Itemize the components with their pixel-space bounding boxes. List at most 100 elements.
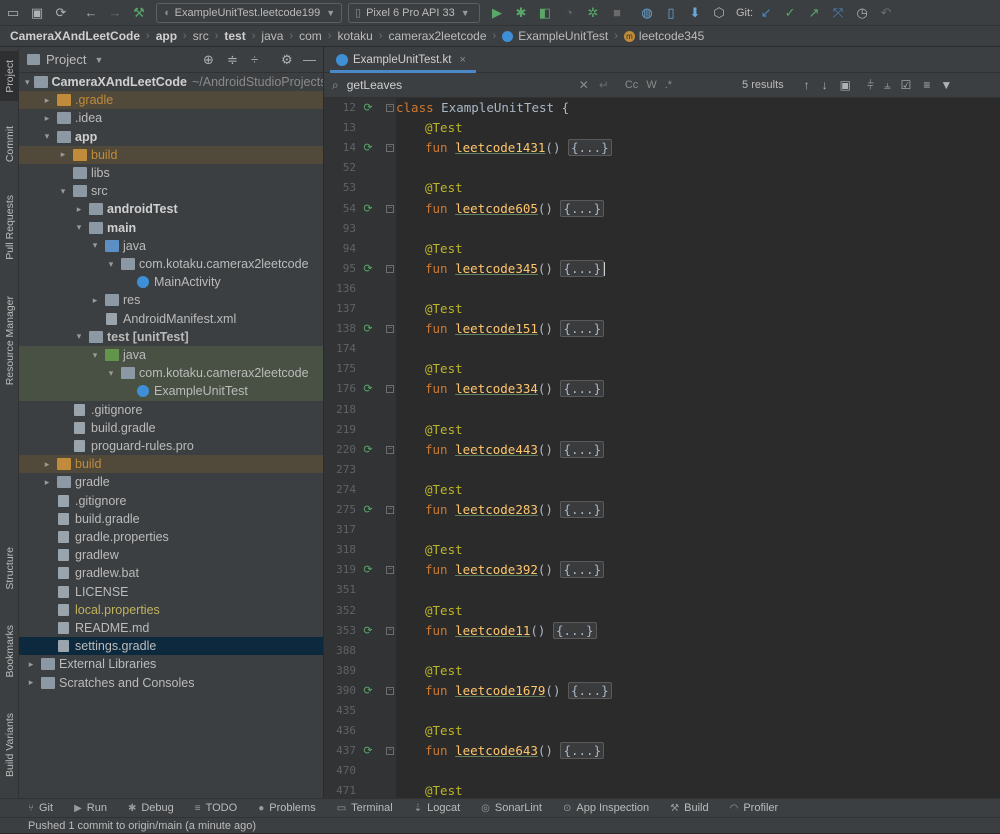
folded-block[interactable]: {...} bbox=[568, 681, 612, 699]
tree-item[interactable]: ▸ res bbox=[19, 291, 323, 309]
tab-pull-requests[interactable]: Pull Requests bbox=[0, 185, 19, 269]
tree-item[interactable]: ▾ com.kotaku.camerax2leetcode bbox=[19, 364, 323, 383]
fold-icon[interactable]: − bbox=[386, 506, 394, 514]
breadcrumb-item[interactable]: camerax2leetcode bbox=[388, 29, 486, 43]
tool-tab-git[interactable]: ⑂ Git bbox=[28, 802, 53, 814]
function-name[interactable]: leetcode392 bbox=[455, 562, 538, 577]
breadcrumb-item[interactable]: app bbox=[156, 29, 177, 43]
run-test-icon[interactable]: ⟳ bbox=[362, 685, 374, 697]
chevron-down-icon[interactable]: ▼ bbox=[94, 55, 103, 65]
tree-item[interactable]: ▸ build bbox=[19, 145, 323, 164]
breadcrumb-item[interactable]: kotaku bbox=[337, 29, 372, 43]
chevron-right-icon[interactable]: ▸ bbox=[25, 659, 37, 670]
tree-item[interactable]: gradle.properties bbox=[19, 528, 323, 546]
folded-block[interactable]: {...} bbox=[560, 199, 605, 217]
git-push-icon[interactable]: ↗ bbox=[803, 2, 825, 24]
run-test-icon[interactable]: ⟳ bbox=[362, 444, 374, 456]
function-name[interactable]: leetcode1431 bbox=[455, 140, 545, 155]
device-manager-icon[interactable]: ▯ bbox=[660, 2, 682, 24]
expand-all-icon[interactable]: ≑ bbox=[227, 52, 238, 68]
fold-icon[interactable]: − bbox=[386, 385, 394, 394]
tree-item[interactable]: .gitignore bbox=[19, 401, 323, 419]
chevron-down-icon[interactable]: ▾ bbox=[105, 259, 117, 270]
fold-icon[interactable]: − bbox=[386, 325, 394, 334]
debug-icon[interactable]: ✱ bbox=[510, 2, 532, 24]
run-icon[interactable]: ▶ bbox=[486, 2, 508, 24]
tree-item[interactable]: settings.gradle bbox=[19, 637, 323, 656]
hide-icon[interactable]: — bbox=[303, 52, 316, 67]
fold-icon[interactable]: − bbox=[386, 445, 394, 454]
tab-bookmarks[interactable]: Bookmarks bbox=[0, 613, 19, 689]
tool-tab-run[interactable]: ▶ Run bbox=[74, 802, 107, 814]
breadcrumb-item[interactable]: test bbox=[224, 29, 245, 43]
tree-item[interactable]: .gitignore bbox=[19, 492, 323, 510]
tree-item[interactable]: ▾ main bbox=[19, 219, 323, 237]
chevron-down-icon[interactable]: ▾ bbox=[73, 222, 85, 233]
breadcrumb-item[interactable]: ExampleUnitTest bbox=[518, 29, 608, 43]
tree-item[interactable]: ▸ External Libraries bbox=[19, 655, 323, 673]
tree-item[interactable]: proguard-rules.pro bbox=[19, 437, 323, 455]
fold-icon[interactable]: − bbox=[386, 686, 394, 695]
collapse-all-icon[interactable]: ÷ bbox=[251, 52, 258, 67]
function-name[interactable]: leetcode605 bbox=[455, 201, 538, 216]
tree-item[interactable]: local.properties bbox=[19, 601, 323, 619]
close-icon[interactable]: × bbox=[459, 54, 465, 66]
run-test-icon[interactable]: ⟳ bbox=[362, 625, 374, 637]
folded-block[interactable]: {...} bbox=[560, 742, 605, 760]
project-view-select[interactable]: Project bbox=[46, 52, 86, 67]
breadcrumb-item[interactable]: java bbox=[261, 29, 283, 43]
tree-item[interactable]: gradlew.bat bbox=[19, 564, 323, 582]
fold-icon[interactable]: − bbox=[386, 104, 394, 112]
previous-occurrence-icon[interactable]: ↑ bbox=[804, 78, 810, 92]
chevron-down-icon[interactable]: ▾ bbox=[25, 77, 30, 88]
next-occurrence-icon[interactable]: ↓ bbox=[822, 78, 828, 92]
tree-item[interactable]: ▾ test [unitTest] bbox=[19, 328, 323, 346]
tab-structure[interactable]: Structure bbox=[0, 533, 19, 603]
device-select[interactable]: ▯ Pixel 6 Pro API 33 ▼ bbox=[348, 2, 480, 23]
search-input[interactable]: getLeaves bbox=[347, 78, 567, 92]
function-name[interactable]: leetcode11 bbox=[455, 623, 530, 638]
words-toggle[interactable]: W bbox=[646, 79, 656, 91]
tree-item[interactable]: ▸ gradle bbox=[19, 473, 323, 491]
tree-item[interactable]: ▾ src bbox=[19, 182, 323, 200]
tab-project[interactable]: Project bbox=[0, 51, 19, 101]
folded-block[interactable]: {...} bbox=[560, 259, 605, 277]
layout-inspector-icon[interactable]: ⬡ bbox=[708, 2, 730, 24]
function-name[interactable]: leetcode151 bbox=[455, 321, 538, 336]
chevron-down-icon[interactable]: ▾ bbox=[89, 350, 101, 361]
history-icon[interactable]: ◷ bbox=[851, 2, 873, 24]
chevron-down-icon[interactable]: ▾ bbox=[57, 186, 69, 197]
function-name[interactable]: leetcode334 bbox=[455, 381, 538, 396]
git-update-icon[interactable]: ↙ bbox=[755, 2, 777, 24]
folded-block[interactable]: {...} bbox=[560, 561, 605, 579]
chevron-down-icon[interactable]: ▾ bbox=[41, 131, 53, 142]
run-test-icon[interactable]: ⟳ bbox=[362, 142, 374, 154]
locate-icon[interactable]: ⊕ bbox=[203, 52, 214, 68]
match-case-toggle[interactable]: Cc bbox=[625, 79, 638, 91]
tree-item[interactable]: ▸ .idea bbox=[19, 109, 323, 127]
tree-root[interactable]: ▾ CameraXAndLeetCode ~/AndroidStudioProjec… bbox=[19, 73, 323, 91]
tree-item[interactable]: README.md bbox=[19, 619, 323, 637]
chevron-right-icon[interactable]: ▸ bbox=[41, 477, 53, 488]
tree-item[interactable]: gradlew bbox=[19, 546, 323, 564]
stop-icon[interactable]: ■ bbox=[606, 2, 628, 24]
tree-item[interactable]: LICENSE bbox=[19, 583, 323, 601]
regex-toggle[interactable]: .* bbox=[665, 79, 672, 91]
folded-block[interactable]: {...} bbox=[560, 320, 605, 338]
chevron-right-icon[interactable]: ▸ bbox=[57, 149, 69, 160]
select-all-icon[interactable]: ☑ bbox=[901, 78, 912, 92]
fold-icon[interactable]: − bbox=[386, 747, 394, 756]
forward-icon[interactable]: → bbox=[104, 2, 126, 24]
tab-resource-manager[interactable]: Resource Manager bbox=[0, 283, 19, 399]
clear-search-icon[interactable]: ✕ bbox=[579, 78, 589, 92]
run-test-icon[interactable]: ⟳ bbox=[362, 203, 374, 215]
function-name[interactable]: leetcode283 bbox=[455, 502, 538, 517]
chevron-down-icon[interactable]: ▾ bbox=[105, 368, 117, 379]
rollback-icon[interactable]: ↶ bbox=[875, 2, 897, 24]
tree-item[interactable]: ▸ Scratches and Consoles bbox=[19, 674, 323, 692]
back-icon[interactable]: ← bbox=[80, 2, 102, 24]
tree-item[interactable]: AndroidManifest.xml bbox=[19, 310, 323, 328]
run-test-icon[interactable]: ⟳ bbox=[362, 323, 374, 335]
gradle-sync-icon[interactable]: ◍ bbox=[636, 2, 658, 24]
fold-icon[interactable]: − bbox=[386, 144, 394, 153]
